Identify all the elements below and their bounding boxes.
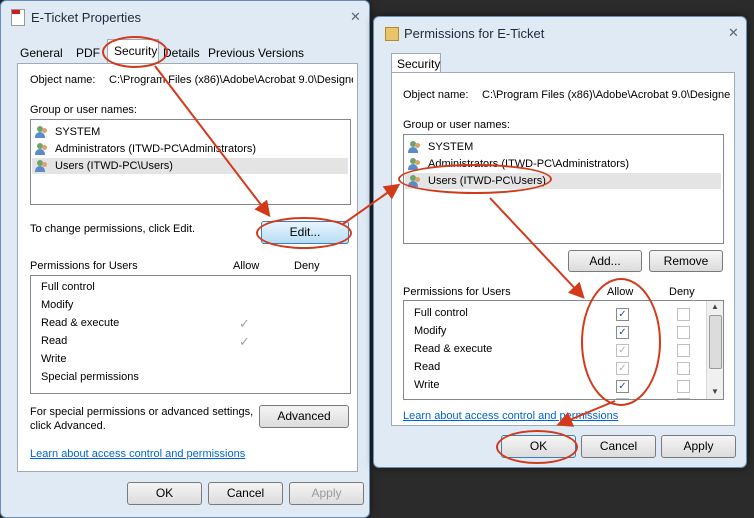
special-permissions-text-2: click Advanced. — [30, 420, 106, 432]
tab-previous-versions[interactable]: Previous Versions — [208, 43, 304, 63]
perm-full-control: Full control — [414, 307, 468, 319]
scroll-down-icon[interactable]: ▼ — [711, 387, 719, 396]
checkmark-icon: ✓ — [239, 316, 250, 331]
perm-modify: Modify — [41, 299, 74, 311]
annotation-circle-security-tab — [102, 36, 168, 68]
apply-button[interactable]: Apply — [289, 482, 364, 505]
deny-read-checkbox[interactable] — [677, 362, 690, 375]
permissions-dialog: Permissions for E-Ticket ✕ Security Obje… — [373, 16, 747, 468]
perm-write: Write — [414, 379, 440, 391]
tab-details[interactable]: Details — [163, 43, 200, 63]
annotation-circle-edit-button — [256, 217, 352, 249]
annotation-circle-users — [398, 164, 552, 194]
object-name-label: Object name: — [403, 89, 469, 101]
object-name-value: C:\Program Files (x86)\Adobe\Acrobat 9.0… — [109, 74, 353, 86]
annotation-circle-allow-column — [581, 278, 661, 406]
scrollbar[interactable]: ▲ ▼ — [706, 301, 723, 399]
titlebar: Permissions for E-Ticket ✕ — [374, 17, 746, 49]
deny-special-checkbox[interactable] — [677, 398, 690, 399]
cancel-button[interactable]: Cancel — [581, 435, 656, 458]
pdf-file-icon — [11, 9, 25, 26]
deny-modify-checkbox[interactable] — [677, 326, 690, 339]
deny-read-execute-checkbox[interactable] — [677, 344, 690, 357]
users-icon — [408, 140, 424, 154]
perm-read-execute: Read & execute — [41, 317, 120, 329]
user-list[interactable]: SYSTEM Administrators (ITWD-PC\Administr… — [30, 119, 351, 205]
user-users-selected[interactable]: Users (ITWD-PC\Users) — [32, 158, 348, 174]
checkmark-icon: ✓ — [239, 334, 250, 349]
object-name-label: Object name: — [30, 74, 96, 86]
ok-button[interactable]: OK — [127, 482, 202, 505]
permissions-for-users-label: Permissions for Users — [30, 260, 138, 272]
special-permissions-text-1: For special permissions or advanced sett… — [30, 406, 254, 418]
change-permissions-text: To change permissions, click Edit. — [30, 223, 196, 235]
user-administrators[interactable]: Administrators (ITWD-PC\Administrators) — [35, 141, 256, 157]
tab-security[interactable]: Security — [397, 54, 440, 74]
perm-full-control: Full control — [41, 281, 95, 293]
object-name-value: C:\Program Files (x86)\Adobe\Acrobat 9.0… — [482, 89, 730, 101]
perm-read: Read — [41, 335, 68, 347]
users-icon — [35, 142, 51, 156]
properties-dialog: E-Ticket Properties ✕ General PDF Securi… — [0, 0, 370, 518]
titlebar: E-Ticket Properties ✕ — [1, 1, 369, 33]
window-title: Permissions for E-Ticket — [404, 26, 545, 41]
learn-access-control-link[interactable]: Learn about access control and permissio… — [403, 410, 618, 422]
group-label: Group or user names: — [403, 119, 510, 131]
perm-write: Write — [41, 353, 67, 365]
annotation-circle-ok-button — [496, 430, 578, 464]
close-icon[interactable]: ✕ — [350, 9, 361, 25]
folder-icon — [385, 27, 399, 41]
apply-button[interactable]: Apply — [661, 435, 736, 458]
perm-special: Special permissions — [41, 371, 139, 383]
permissions-list: Full control Modify Read & execute Read … — [403, 300, 724, 400]
users-icon — [35, 159, 51, 173]
perm-read-execute: Read & execute — [414, 343, 493, 355]
users-icon — [35, 125, 51, 139]
deny-full-control-checkbox[interactable] — [677, 308, 690, 321]
scrollbar-thumb[interactable] — [709, 315, 722, 369]
permissions-for-users-label: Permissions for Users — [403, 286, 511, 298]
deny-header: Deny — [669, 286, 695, 298]
group-label: Group or user names: — [30, 104, 137, 116]
remove-button[interactable]: Remove — [649, 250, 723, 272]
tab-general[interactable]: General — [20, 43, 63, 63]
permissions-list: Full control Modify Read & execute Read … — [30, 275, 351, 394]
allow-header: Allow — [233, 260, 260, 272]
deny-write-checkbox[interactable] — [677, 380, 690, 393]
perm-read: Read — [414, 361, 441, 373]
tab-pdf[interactable]: PDF — [76, 43, 100, 63]
cancel-button[interactable]: Cancel — [208, 482, 283, 505]
add-button[interactable]: Add... — [568, 250, 642, 272]
window-title: E-Ticket Properties — [31, 10, 142, 25]
close-icon[interactable]: ✕ — [728, 25, 739, 41]
deny-header: Deny — [294, 260, 320, 272]
advanced-button[interactable]: Advanced — [259, 405, 349, 428]
user-system[interactable]: SYSTEM — [408, 139, 473, 155]
learn-access-control-link[interactable]: Learn about access control and permissio… — [30, 448, 245, 460]
security-panel: Object name: C:\Program Files (x86)\Adob… — [391, 72, 735, 426]
scroll-up-icon[interactable]: ▲ — [711, 302, 719, 311]
user-system[interactable]: SYSTEM — [35, 124, 100, 140]
perm-modify: Modify — [414, 325, 447, 337]
security-panel: Object name: C:\Program Files (x86)\Adob… — [17, 63, 358, 472]
